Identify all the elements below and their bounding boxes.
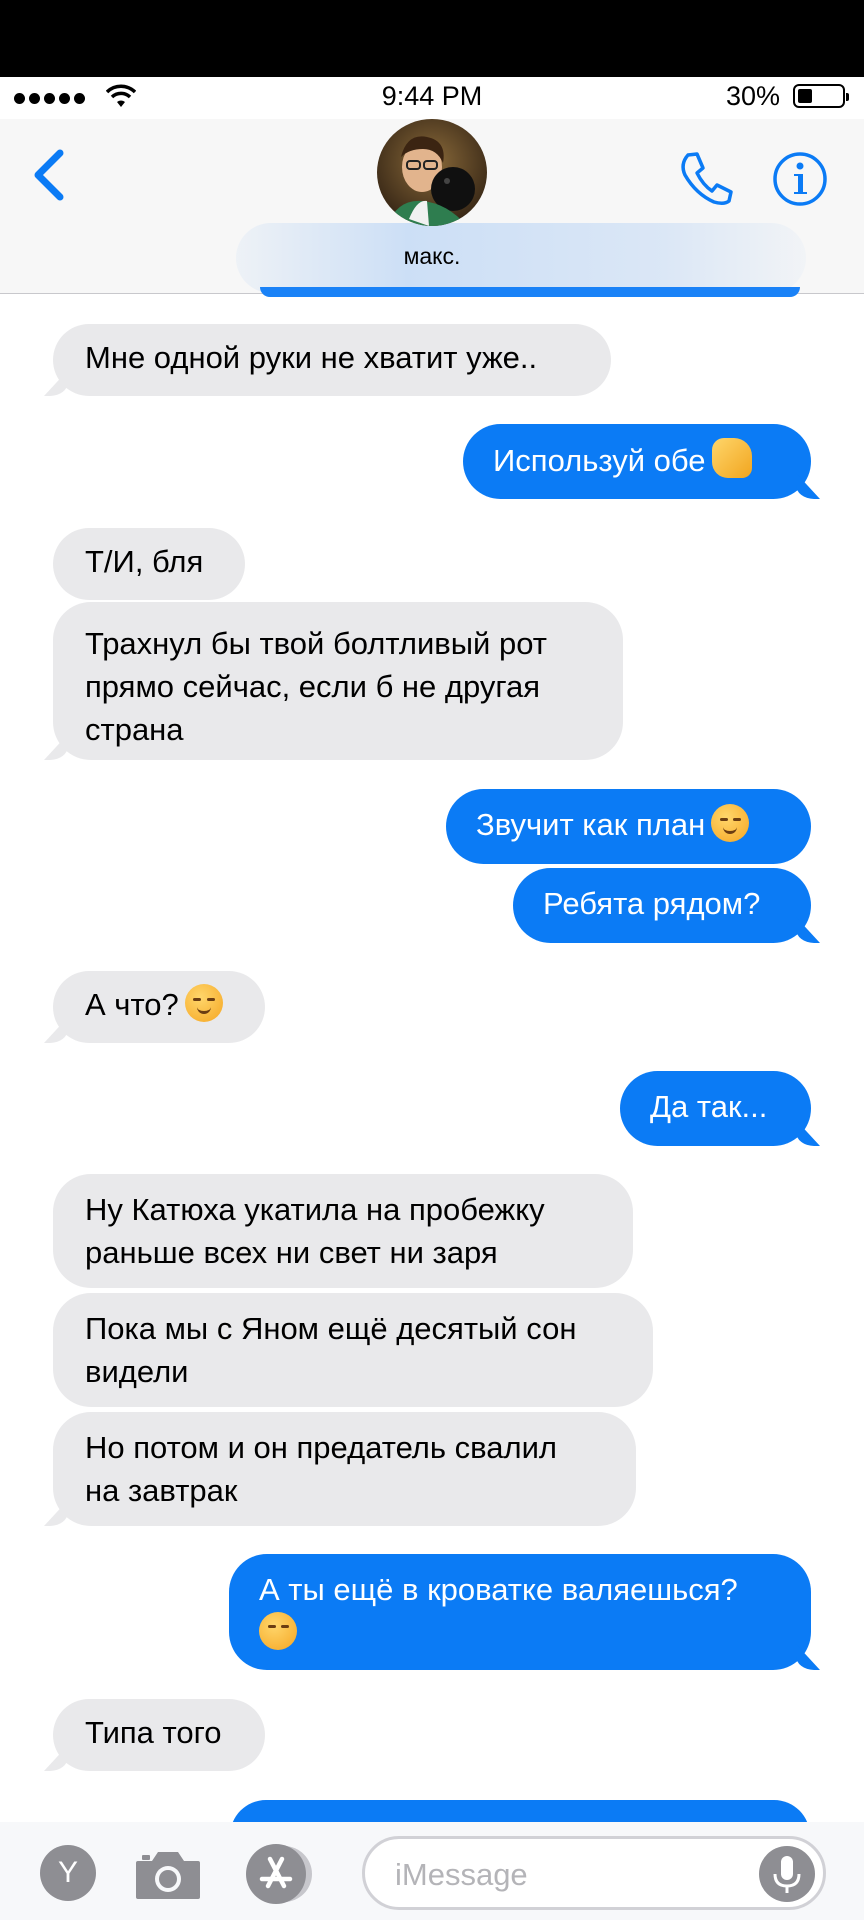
status-bar: 9:44 PM 30% bbox=[0, 77, 864, 119]
call-me-hand-emoji bbox=[711, 438, 752, 478]
message-bubble-incoming[interactable]: Трахнул бы твой болтливый рот прямо сейч… bbox=[53, 602, 623, 760]
message-bubble-outgoing[interactable]: Ребята рядом? bbox=[513, 868, 811, 943]
message-line: Трахнул бы твой болтливый рот bbox=[85, 626, 547, 661]
message-bubble-incoming[interactable]: А что? bbox=[53, 971, 265, 1043]
microphone-icon[interactable] bbox=[759, 1846, 815, 1902]
message-bubble-outgoing[interactable]: Да так... bbox=[620, 1071, 811, 1146]
message-input-bar: Y iMessage bbox=[0, 1822, 864, 1920]
top-black-bar bbox=[0, 0, 864, 77]
smirking-face-emoji bbox=[184, 984, 223, 1022]
message-text: Ребята рядом? bbox=[543, 886, 761, 921]
message-bubble-incoming[interactable]: Пока мы с Яном ещё десятый сон видели bbox=[53, 1293, 653, 1407]
message-text: Т/И, бля bbox=[85, 544, 204, 579]
message-line: страна bbox=[85, 712, 184, 747]
previous-message-edge bbox=[260, 287, 800, 297]
message-bubble-incoming[interactable]: Мне одной руки не хватит уже.. bbox=[53, 324, 611, 396]
message-bubble-incoming[interactable]: Типа того bbox=[53, 1699, 265, 1771]
face-with-hand-over-mouth-emoji bbox=[259, 1612, 297, 1650]
message-line: Но потом и он предатель свалил bbox=[85, 1430, 558, 1465]
message-line: Пока мы с Яном ещё десятый сон bbox=[85, 1311, 577, 1346]
contact-name[interactable]: макс. bbox=[0, 243, 864, 270]
message-bubble-outgoing[interactable]: А ты ещё в кроватке валяешься? bbox=[229, 1554, 811, 1670]
message-bubble-incoming[interactable]: Но потом и он предатель свалил на завтра… bbox=[53, 1412, 636, 1526]
message-text: Типа того bbox=[85, 1715, 222, 1750]
camera-icon[interactable] bbox=[134, 1849, 202, 1901]
phone-icon[interactable] bbox=[676, 149, 734, 207]
chevron-left-icon[interactable] bbox=[30, 147, 70, 203]
message-bubble-outgoing[interactable]: Используй обе bbox=[463, 424, 811, 499]
message-text: Используй обе bbox=[493, 443, 706, 478]
message-line: видели bbox=[85, 1354, 189, 1389]
message-text: Мне одной руки не хватит уже.. bbox=[85, 340, 538, 375]
message-line: прямо сейчас, если б не другая bbox=[85, 669, 541, 704]
imessage-placeholder: iMessage bbox=[395, 1857, 528, 1892]
message-text: Звучит как план bbox=[476, 807, 706, 842]
info-icon[interactable] bbox=[772, 151, 828, 207]
message-text: Да так... bbox=[650, 1089, 768, 1124]
battery-icon bbox=[793, 84, 849, 108]
message-line: Ну Катюха укатила на пробежку bbox=[85, 1192, 545, 1227]
message-bubble-incoming[interactable]: Ну Катюха укатила на пробежку раньше все… bbox=[53, 1174, 633, 1288]
message-bubble-incoming[interactable]: Т/И, бля bbox=[53, 528, 245, 600]
imessage-input[interactable]: iMessage bbox=[362, 1836, 826, 1910]
y-app-button[interactable]: Y bbox=[40, 1845, 96, 1901]
app-store-icon[interactable] bbox=[246, 1844, 306, 1904]
battery-percentage: 30% bbox=[725, 81, 780, 111]
message-text: А что? bbox=[85, 987, 179, 1022]
drooling-face-emoji bbox=[711, 804, 750, 842]
conversation-header: макс. bbox=[0, 119, 864, 294]
message-line: раньше всех ни свет ни заря bbox=[85, 1235, 498, 1270]
message-line: на завтрак bbox=[85, 1473, 238, 1508]
contact-avatar[interactable] bbox=[377, 119, 487, 226]
message-bubble-outgoing[interactable]: Звучит как план bbox=[446, 789, 811, 864]
message-line: А ты ещё в кроватке валяешься? bbox=[259, 1572, 738, 1607]
